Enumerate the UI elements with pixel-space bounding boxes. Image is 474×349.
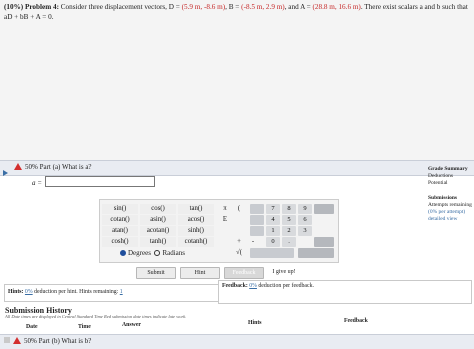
- feedback-label: Feedback:: [222, 283, 250, 289]
- grade-summary-panel: Grade Summary Deductions Potential Submi…: [428, 166, 474, 223]
- key-7[interactable]: 7: [266, 204, 280, 214]
- problem-panel: [0, 0, 474, 161]
- plus-button[interactable]: +: [233, 237, 245, 247]
- key-4[interactable]: 4: [266, 215, 280, 225]
- vector-a-value: (28.8 m, 16.6 m): [312, 3, 361, 11]
- hints-pct: 0%: [24, 289, 33, 295]
- hints-text-2: deduction per hint. Hints remaining:: [32, 289, 120, 295]
- feedback-pct: 0%: [249, 283, 257, 289]
- problem-statement: (10%) Problem 4: Consider three displace…: [4, 2, 470, 22]
- clear-key[interactable]: [314, 204, 334, 214]
- symbol-blank-button[interactable]: [233, 215, 245, 225]
- potential-label: Potential: [428, 180, 448, 186]
- feedback-text-2: deduction per feedback.: [256, 283, 314, 289]
- feedback-button[interactable]: Feedback: [224, 267, 264, 279]
- hints-text: Hints: 0% deduction per hint. Hints rema…: [8, 289, 123, 295]
- attempts-remaining: Attempts remaining: [428, 202, 472, 208]
- clear-all-key[interactable]: [298, 248, 334, 258]
- cotan-button[interactable]: cotan(): [102, 215, 138, 225]
- history-col-time: Time: [78, 324, 91, 330]
- exponent-button[interactable]: E: [219, 215, 231, 225]
- key-8[interactable]: 8: [282, 204, 296, 214]
- feedback-box: Feedback: 0% deduction per feedback.: [218, 280, 472, 304]
- detailed-view-link[interactable]: detailed view: [428, 216, 474, 223]
- part-b-title: 50% Part (b) What is b?: [4, 337, 91, 345]
- sinh-button[interactable]: sinh(): [178, 226, 214, 236]
- sin-button[interactable]: sin(): [102, 204, 138, 214]
- key-blank-3[interactable]: [250, 226, 264, 236]
- angle-mode-selector: Degrees Radians: [120, 249, 185, 257]
- per-attempt-deduction: (0% per attempt): [428, 209, 466, 215]
- history-col-date: Date: [26, 324, 38, 330]
- feedback-text: Feedback: 0% deduction per feedback.: [222, 283, 314, 289]
- deductions-label: Deductions: [428, 173, 454, 179]
- degrees-label: Degrees: [128, 249, 151, 257]
- cos-button[interactable]: cos(): [140, 204, 176, 214]
- sqrt-button[interactable]: √(: [233, 248, 245, 258]
- key-5[interactable]: 5: [282, 215, 296, 225]
- key-blank-2[interactable]: [250, 215, 264, 225]
- acos-button[interactable]: acos(): [178, 215, 214, 225]
- expand-arrow-icon[interactable]: [3, 163, 11, 181]
- key-2[interactable]: 2: [282, 226, 296, 236]
- open-paren-button[interactable]: (: [233, 204, 245, 214]
- submissions-title: Submissions: [428, 195, 458, 201]
- answer-input[interactable]: [45, 176, 155, 187]
- minus-button[interactable]: -: [247, 237, 259, 247]
- key-3[interactable]: 3: [298, 226, 312, 236]
- give-up-button[interactable]: I give up!: [268, 267, 300, 277]
- warning-triangle-icon: [14, 163, 22, 170]
- problem-text-2: , B =: [225, 3, 242, 11]
- cotanh-button[interactable]: cotanh(): [178, 237, 214, 247]
- end-key[interactable]: [314, 237, 334, 247]
- submission-history-note: All Date times are displayed in Central …: [5, 314, 187, 319]
- problem-text-3: , and A =: [284, 3, 313, 11]
- tanh-button[interactable]: tanh(): [140, 237, 176, 247]
- collapse-box-icon[interactable]: [4, 337, 10, 343]
- key-6[interactable]: 6: [298, 215, 312, 225]
- history-col-feedback: Feedback: [344, 318, 368, 324]
- key-blank-1[interactable]: [250, 204, 264, 214]
- radians-radio[interactable]: [154, 250, 161, 256]
- degrees-radio[interactable]: [120, 250, 126, 256]
- vector-b-value: (-8.5 m, 2.9 m): [241, 3, 285, 11]
- cosh-button[interactable]: cosh(): [102, 237, 138, 247]
- problem-text-1: Consider three displacement vectors, D =: [60, 3, 182, 11]
- backspace-key[interactable]: [250, 248, 294, 258]
- key-9[interactable]: 9: [298, 204, 312, 214]
- history-col-answer: Answer: [122, 322, 141, 328]
- vector-d-value: (5.9 m, -8.6 m): [181, 3, 226, 11]
- answer-label: a =: [32, 179, 42, 187]
- key-decimal[interactable]: .: [282, 237, 296, 247]
- part-a-title: 50% Part (a) What is a?: [14, 163, 92, 171]
- submit-button[interactable]: Submit: [136, 267, 176, 279]
- hints-box: Hints: 0% deduction per hint. Hints rema…: [4, 284, 222, 302]
- key-0[interactable]: 0: [266, 237, 280, 247]
- acotan-button[interactable]: acotan(): [140, 226, 176, 236]
- grade-summary-title: Grade Summary: [428, 166, 468, 172]
- part-b-title-text: 50% Part (b) What is b?: [24, 337, 92, 345]
- warning-triangle-icon-b: [13, 337, 21, 344]
- asin-button[interactable]: asin(): [140, 215, 176, 225]
- part-a-title-text: 50% Part (a) What is a?: [25, 163, 92, 171]
- hints-remaining: 1: [119, 289, 123, 295]
- radians-label: Radians: [162, 249, 185, 257]
- atan-button[interactable]: atan(): [102, 226, 138, 236]
- hints-label: Hints:: [8, 289, 25, 295]
- problem-prefix: (10%) Problem 4:: [4, 3, 59, 11]
- pi-button[interactable]: π: [219, 204, 231, 214]
- history-col-hints: Hints: [248, 320, 262, 326]
- tan-button[interactable]: tan(): [178, 204, 214, 214]
- hint-button[interactable]: Hint: [180, 267, 220, 279]
- key-1[interactable]: 1: [266, 226, 280, 236]
